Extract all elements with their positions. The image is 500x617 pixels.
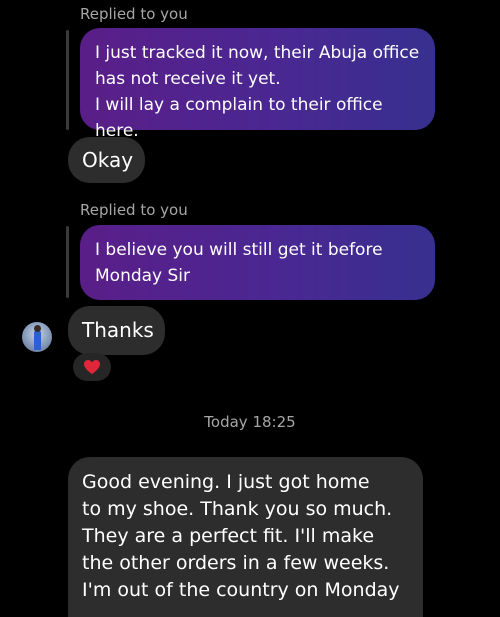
heart-icon <box>84 360 100 374</box>
avatar-figure <box>34 330 41 350</box>
message-line: to my shoe. Thank you so much. <box>82 498 393 520</box>
message-bubble-okay[interactable]: Okay <box>68 137 145 183</box>
avatar-head <box>34 325 41 332</box>
quoted-message-line: Monday Sir <box>95 266 191 286</box>
replied-to-you-label: Replied to you <box>80 5 188 23</box>
quoted-message-line: I just tracked it now, their Abuja offic… <box>95 43 420 63</box>
quote-bar <box>66 226 69 298</box>
message-bubble-last[interactable]: Good evening. I just got home to my shoe… <box>68 457 423 617</box>
reaction-badge[interactable] <box>73 353 111 381</box>
quoted-message-line: has not receive it yet. <box>95 69 281 89</box>
conversation-timestamp: Today 18:25 <box>204 413 296 431</box>
replied-to-you-label: Replied to you <box>80 201 188 219</box>
quoted-message-line: I will lay a complain to their office he… <box>95 95 383 141</box>
message-line: They are a perfect fit. I'll make <box>82 525 375 547</box>
message-line: Good evening. I just got home <box>82 471 370 493</box>
message-line: the other orders in a few weeks. <box>82 552 390 574</box>
contact-avatar[interactable] <box>22 322 52 352</box>
quoted-message-bubble[interactable]: I believe you will still get it before M… <box>80 225 435 300</box>
quoted-message-line: I believe you will still get it before <box>95 240 383 260</box>
message-text: Okay <box>82 148 134 172</box>
message-text: Thanks <box>82 318 154 342</box>
quote-bar <box>66 30 69 130</box>
quoted-message-bubble[interactable]: I just tracked it now, their Abuja offic… <box>80 28 435 141</box>
message-bubble-thanks[interactable]: Thanks <box>68 306 165 355</box>
